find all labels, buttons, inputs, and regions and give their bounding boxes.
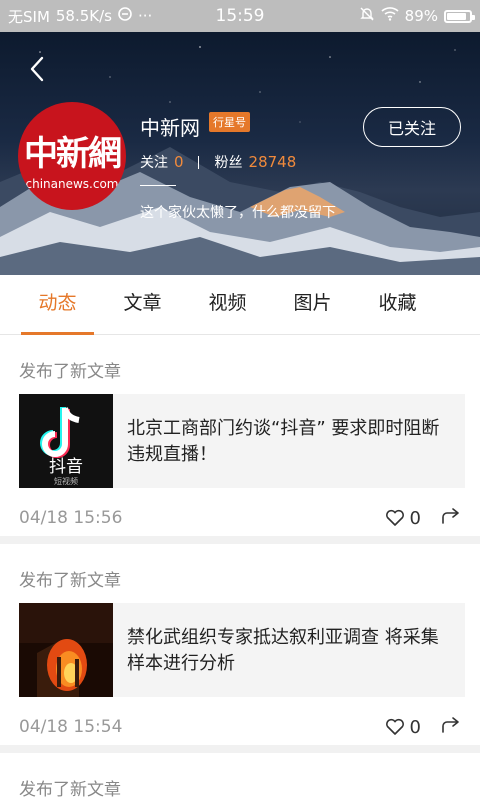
following-count: 0 (174, 153, 184, 171)
heart-icon (385, 718, 404, 735)
battery-icon (444, 9, 475, 23)
avatar-logo-domain: chinanews.com (25, 176, 119, 191)
profile-bio: 这个家伙太懒了，什么都没留下 (140, 205, 336, 221)
tab-favorites[interactable]: 收藏 (355, 275, 440, 335)
chevron-left-icon (30, 56, 44, 82)
feed-action-label: 发布了新文章 (19, 362, 121, 382)
like-count: 0 (409, 716, 421, 738)
heart-icon (385, 509, 404, 526)
share-button[interactable] (441, 716, 461, 738)
fans-count: 28748 (248, 153, 297, 171)
share-button[interactable] (441, 507, 461, 529)
bio-divider (140, 185, 176, 186)
feed-actions: 0 (385, 507, 461, 529)
follow-button[interactable]: 已关注 (363, 107, 461, 147)
svg-text:抖音: 抖音 (49, 457, 83, 477)
feed-actions: 0 (385, 716, 461, 738)
article-title: 北京工商部门约谈“抖音” 要求即时阻断违规直播！ (127, 418, 440, 465)
feed-action-label: 发布了新文章 (19, 780, 121, 800)
tab-articles[interactable]: 文章 (100, 275, 185, 335)
feed-item: 发布了新文章 禁化武组织专家抵达叙利亚调查 将采集样本进行分析 04/18 15… (0, 544, 480, 753)
fans-label: 粉丝 (214, 155, 243, 171)
feed-item-footer: 04/18 15:56 0 (19, 503, 461, 533)
article-link[interactable]: 抖音 短视频 北京工商部门约谈“抖音” 要求即时阻断违规直播！ (19, 394, 465, 488)
stats-separator (197, 155, 199, 169)
tab-images[interactable]: 图片 (270, 275, 355, 335)
following-label: 关注 (140, 155, 168, 171)
avatar[interactable]: 中新網 chinanews.com (18, 102, 126, 210)
profile-tabs: 动态 文章 视频 图片 收藏 (0, 275, 480, 335)
activity-feed: 发布了新文章 抖音 短视频 北京工商部门约谈“抖音” 要求即时阻断违规直播！ 0… (0, 335, 480, 800)
status-bar: 无SIM 58.5K/s ··· 15:59 89% (0, 0, 480, 32)
clock: 15:59 (215, 6, 265, 26)
avatar-logo-text: 中新網 (24, 133, 122, 174)
back-button[interactable] (22, 52, 52, 86)
account-type-badge: 行星号 (209, 112, 250, 132)
tab-dynamics[interactable]: 动态 (15, 275, 100, 335)
feed-action-label: 发布了新文章 (19, 571, 121, 591)
article-link[interactable]: 禁化武组织专家抵达叙利亚调查 将采集样本进行分析 (19, 603, 465, 697)
article-thumbnail: 抖音 短视频 (19, 394, 113, 488)
feed-item: 发布了新文章 抖音 短视频 北京工商部门约谈“抖音” 要求即时阻断违规直播！ 0… (0, 335, 480, 544)
timestamp: 04/18 15:54 (19, 717, 123, 737)
share-icon (442, 717, 459, 733)
tab-videos[interactable]: 视频 (185, 275, 270, 335)
profile-name: 中新网 (140, 116, 200, 140)
following-stat[interactable]: 关注 0 (140, 152, 184, 172)
article-title: 禁化武组织专家抵达叙利亚调查 将采集样本进行分析 (127, 627, 439, 674)
feed-item-footer: 04/18 15:54 0 (19, 712, 461, 742)
like-button[interactable]: 0 (385, 717, 421, 738)
article-thumbnail (19, 603, 113, 697)
fans-stat[interactable]: 粉丝 28748 (215, 152, 297, 172)
profile-banner: 中新網 chinanews.com 中新网 行星号 关注 0 粉丝 28748 这个… (0, 32, 480, 275)
share-icon (442, 508, 459, 524)
svg-text:短视频: 短视频 (54, 476, 78, 486)
like-button[interactable]: 0 (385, 508, 421, 529)
timestamp: 04/18 15:56 (19, 508, 123, 528)
profile-stats: 关注 0 粉丝 28748 (140, 152, 296, 172)
like-count: 0 (409, 507, 421, 529)
feed-item: 发布了新文章 (0, 753, 480, 800)
